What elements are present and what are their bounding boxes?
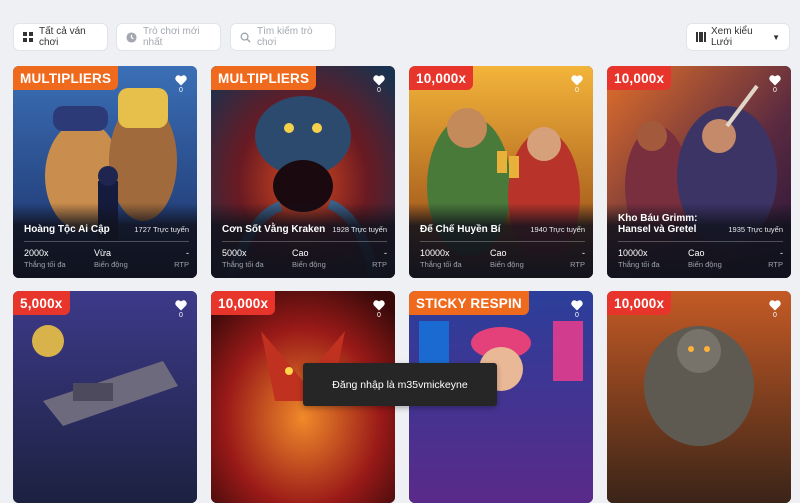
- game-title: Kho Báu Grimm: Hansel và Gretel: [618, 213, 698, 235]
- favorite-count: 0: [377, 312, 381, 319]
- heart-icon: [175, 300, 187, 311]
- max-win-value: 10000x: [420, 248, 450, 258]
- multiplier-badge: 10,000x: [607, 66, 672, 90]
- multiplier-badge: MULTIPLIERS: [211, 66, 317, 90]
- game-title: Đế Chế Huyền Bí: [420, 224, 501, 235]
- rtp-label: RTP: [174, 260, 189, 269]
- rtp-stat: - RTP: [367, 248, 387, 270]
- volatility-stat: Cao Biến động: [688, 248, 763, 270]
- game-card[interactable]: MULTIPLIERS 0 Hoàng Tộc Ai Cập 1727 Trực…: [13, 66, 197, 278]
- rtp-label: RTP: [570, 260, 585, 269]
- favorite-count: 0: [179, 312, 183, 319]
- game-title: Hoàng Tộc Ai Cập: [24, 224, 110, 235]
- max-win-stat: 10000x Thắng tối đa: [420, 248, 490, 270]
- volatility-label: Biến động: [94, 260, 128, 269]
- game-card[interactable]: 10,000x 0 Đế Chế Huyền Bí 1940 Trực tuyế…: [409, 66, 593, 278]
- max-win-stat: 5000x Thắng tối đa: [222, 248, 292, 270]
- multiplier-badge: 10,000x: [409, 66, 474, 90]
- favorite-button[interactable]: 0: [569, 75, 585, 94]
- favorite-count: 0: [179, 87, 183, 94]
- volatility-value: Cao: [688, 248, 705, 258]
- rtp-stat: - RTP: [565, 248, 585, 270]
- favorite-count: 0: [773, 87, 777, 94]
- online-count: 1727 Trực tuyến: [134, 225, 189, 234]
- online-count: 1928 Trực tuyến: [332, 225, 387, 234]
- divider: [420, 241, 585, 242]
- volatility-label: Biến động: [292, 260, 326, 269]
- game-info: Đế Chế Huyền Bí 1940 Trực tuyến 10000x Th…: [420, 224, 585, 270]
- volatility-label: Biến động: [490, 260, 524, 269]
- heart-icon: [769, 300, 781, 311]
- multiplier-badge: STICKY RESPIN: [409, 291, 529, 315]
- max-win-stat: 2000x Thắng tối đa: [24, 248, 94, 270]
- game-info: Cơn Sốt Vằng Kraken 1928 Trực tuyến 5000…: [222, 224, 387, 270]
- max-win-value: 5000x: [222, 248, 247, 258]
- max-win-label: Thắng tối đa: [420, 260, 462, 269]
- game-grid: MULTIPLIERS 0 Hoàng Tộc Ai Cập 1727 Trực…: [0, 0, 800, 503]
- heart-icon: [175, 75, 187, 86]
- max-win-label: Thắng tối đa: [24, 260, 66, 269]
- game-card[interactable]: 10,000x 0: [607, 291, 791, 503]
- volatility-stat: Cao Biến động: [292, 248, 367, 270]
- game-card[interactable]: MULTIPLIERS 0 Cơn Sốt Vằng Kraken 1928 T…: [211, 66, 395, 278]
- volatility-stat: Cao Biến động: [490, 248, 565, 270]
- game-info: Kho Báu Grimm: Hansel và Gretel 1935 Trự…: [618, 213, 783, 270]
- game-card[interactable]: 10,000x 0 Kho Báu Grimm: Hansel và Grete…: [607, 66, 791, 278]
- favorite-count: 0: [575, 312, 579, 319]
- rtp-stat: - RTP: [763, 248, 783, 270]
- volatility-value: Cao: [490, 248, 507, 258]
- favorite-button[interactable]: 0: [767, 300, 783, 319]
- volatility-value: Cao: [292, 248, 309, 258]
- heart-icon: [373, 75, 385, 86]
- favorite-count: 0: [377, 87, 381, 94]
- game-artwork: [13, 291, 197, 503]
- game-card[interactable]: 5,000x 0: [13, 291, 197, 503]
- favorite-button[interactable]: 0: [569, 300, 585, 319]
- favorite-button[interactable]: 0: [173, 75, 189, 94]
- rtp-value: -: [780, 248, 783, 258]
- volatility-value: Vừa: [94, 248, 112, 258]
- max-win-label: Thắng tối đa: [618, 260, 660, 269]
- game-info: Hoàng Tộc Ai Cập 1727 Trực tuyến 2000x Th…: [24, 224, 189, 270]
- heart-icon: [373, 300, 385, 311]
- divider: [222, 241, 387, 242]
- volatility-stat: Vừa Biến động: [94, 248, 169, 270]
- multiplier-badge: 10,000x: [211, 291, 276, 315]
- heart-icon: [571, 300, 583, 311]
- max-win-value: 10000x: [618, 248, 648, 258]
- rtp-value: -: [186, 248, 189, 258]
- favorite-button[interactable]: 0: [173, 300, 189, 319]
- max-win-label: Thắng tối đa: [222, 260, 264, 269]
- favorite-button[interactable]: 0: [767, 75, 783, 94]
- volatility-label: Biến động: [688, 260, 722, 269]
- favorite-count: 0: [773, 312, 777, 319]
- rtp-value: -: [384, 248, 387, 258]
- divider: [618, 241, 783, 242]
- multiplier-badge: 5,000x: [13, 291, 70, 315]
- max-win-stat: 10000x Thắng tối đa: [618, 248, 688, 270]
- rtp-value: -: [582, 248, 585, 258]
- rtp-label: RTP: [372, 260, 387, 269]
- max-win-value: 2000x: [24, 248, 49, 258]
- favorite-button[interactable]: 0: [371, 75, 387, 94]
- divider: [24, 241, 189, 242]
- favorite-count: 0: [575, 87, 579, 94]
- online-count: 1935 Trực tuyến: [728, 225, 783, 234]
- rtp-stat: - RTP: [169, 248, 189, 270]
- game-artwork: [607, 291, 791, 503]
- multiplier-badge: 10,000x: [607, 291, 672, 315]
- favorite-button[interactable]: 0: [371, 300, 387, 319]
- login-toast: Đăng nhập là m35vmickeyne: [303, 363, 497, 406]
- game-title: Cơn Sốt Vằng Kraken: [222, 224, 326, 235]
- heart-icon: [571, 75, 583, 86]
- rtp-label: RTP: [768, 260, 783, 269]
- heart-icon: [769, 75, 781, 86]
- online-count: 1940 Trực tuyến: [530, 225, 585, 234]
- multiplier-badge: MULTIPLIERS: [13, 66, 119, 90]
